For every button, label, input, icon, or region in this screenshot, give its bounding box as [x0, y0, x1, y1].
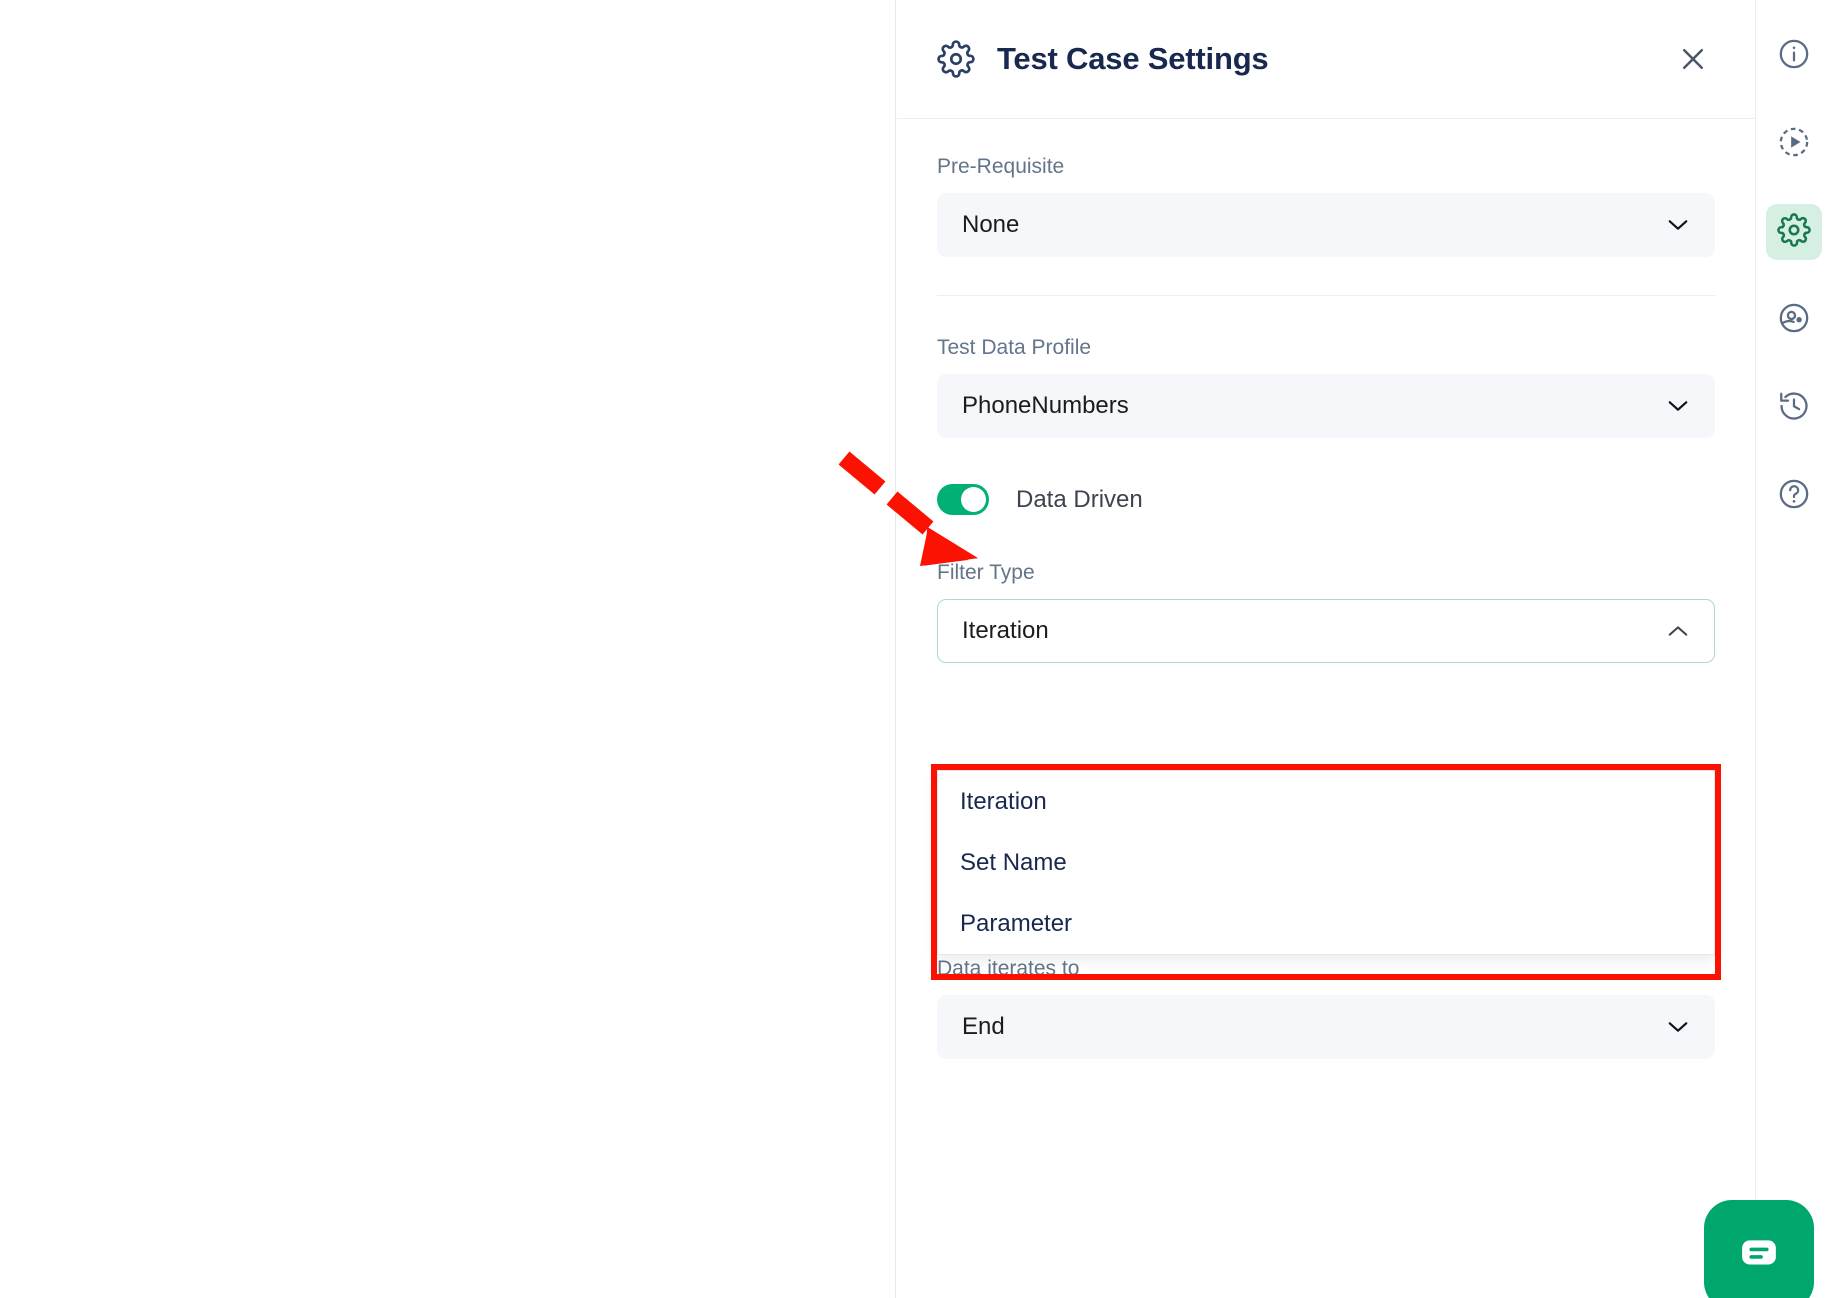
- test-case-settings-panel: Test Case Settings Pre-Requisite None Te…: [897, 0, 1755, 1298]
- filter-type-select[interactable]: Iteration: [937, 599, 1715, 663]
- field-pre-requisite: Pre-Requisite None: [937, 155, 1715, 257]
- chevron-up-icon: [1667, 624, 1689, 638]
- close-icon[interactable]: [1673, 39, 1713, 79]
- chat-bubble-icon: [1736, 1230, 1782, 1281]
- rail-item-run[interactable]: [1766, 116, 1822, 172]
- workspace-canvas: [0, 0, 896, 1298]
- chevron-down-icon: [1667, 399, 1689, 413]
- field-data-iterates-to: Data iterates to End: [937, 957, 1715, 1059]
- panel-title: Test Case Settings: [997, 41, 1269, 76]
- pre-requisite-label: Pre-Requisite: [937, 155, 1065, 178]
- test-data-profile-label: Test Data Profile: [937, 336, 1092, 359]
- test-data-profile-select[interactable]: PhoneNumbers: [937, 374, 1715, 438]
- rail-item-info[interactable]: [1766, 28, 1822, 84]
- test-data-profile-value: PhoneNumbers: [962, 392, 1129, 419]
- chevron-down-icon: [1667, 1020, 1689, 1034]
- dropdown-option-set-name[interactable]: Set Name: [938, 832, 1714, 893]
- data-iterates-to-select[interactable]: End: [937, 995, 1715, 1059]
- field-filter-type: Filter Type Iteration: [937, 561, 1715, 663]
- rail-item-settings[interactable]: [1766, 204, 1822, 260]
- chevron-down-icon: [1667, 218, 1689, 232]
- app-root: Test Case Settings Pre-Requisite None Te…: [0, 0, 1832, 1298]
- filter-type-label: Filter Type: [937, 561, 1035, 584]
- chat-launcher-button[interactable]: [1704, 1200, 1814, 1298]
- user-circle-icon: [1777, 301, 1811, 340]
- history-icon: [1777, 389, 1811, 428]
- play-circle-icon: [1777, 125, 1811, 164]
- info-icon: [1777, 37, 1811, 76]
- gear-icon: [1777, 212, 1811, 252]
- help-circle-icon: [1777, 477, 1811, 516]
- gear-icon: [937, 40, 975, 78]
- dropdown-option-iteration[interactable]: Iteration: [938, 771, 1714, 832]
- pre-requisite-value: None: [962, 211, 1020, 238]
- data-iterates-to-value: End: [962, 1013, 1005, 1040]
- data-iterates-to-label: Data iterates to: [937, 957, 1080, 980]
- section-divider: [937, 295, 1715, 296]
- right-icon-rail: [1755, 0, 1832, 1298]
- toggle-knob: [961, 487, 986, 512]
- pre-requisite-select[interactable]: None: [937, 193, 1715, 257]
- rail-item-profile[interactable]: [1766, 292, 1822, 348]
- rail-item-help[interactable]: [1766, 468, 1822, 524]
- panel-header: Test Case Settings: [897, 0, 1755, 119]
- filter-type-value: Iteration: [962, 617, 1049, 644]
- filter-type-dropdown-list[interactable]: Iteration Set Name Parameter: [937, 770, 1715, 955]
- dropdown-option-parameter[interactable]: Parameter: [938, 893, 1714, 954]
- data-driven-toggle[interactable]: [937, 484, 989, 515]
- dropdown-spacer: [937, 663, 1715, 767]
- rail-item-history[interactable]: [1766, 380, 1822, 436]
- field-test-data-profile: Test Data Profile PhoneNumbers: [937, 336, 1715, 438]
- data-driven-label: Data Driven: [1016, 485, 1143, 513]
- data-driven-row: Data Driven: [937, 484, 1715, 515]
